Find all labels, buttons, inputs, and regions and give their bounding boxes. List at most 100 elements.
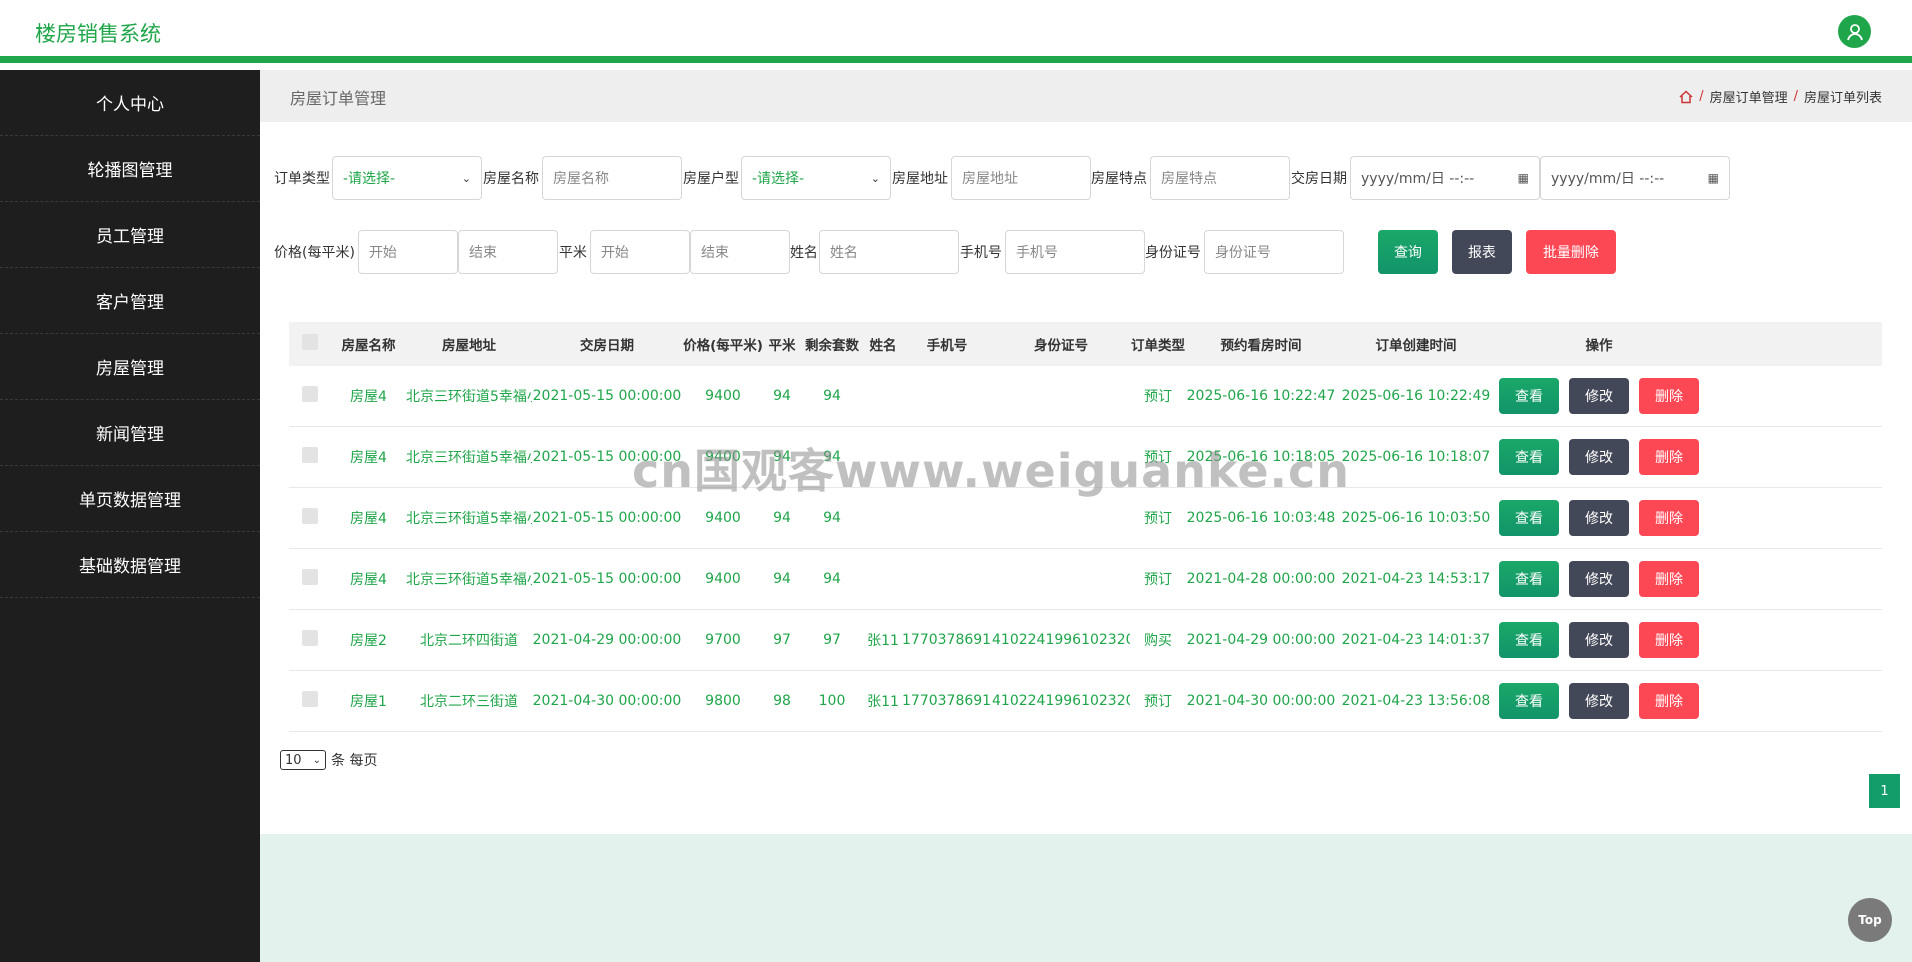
sidebar-item[interactable]: 基础数据管理 [0,532,260,598]
content-panel: 房屋订单管理 / 房屋订单管理 / 房屋订单列表 订单类型 -请选择- ⌄ 房屋名… [260,70,1912,834]
table-cell: 2025-06-16 10:22:49 [1341,388,1491,404]
delete-button[interactable]: 删除 [1639,378,1699,414]
table-cell: 410224199610232011 [992,632,1130,648]
filter-row-2: 价格(每平米) 开始 结束 平米 开始 结束 姓名 姓名 手机号 手机号 身份证… [274,230,1616,274]
name-input[interactable]: 姓名 [818,230,959,274]
price-end-input[interactable]: 结束 [457,230,558,274]
page-number-button[interactable]: 1 [1869,774,1900,808]
sidebar-item[interactable]: 员工管理 [0,202,260,268]
sidebar-item[interactable]: 个人中心 [0,70,260,136]
table-cell: 94 [823,388,841,404]
table-row: 房屋4 北京三环街道5幸福小区2021-05-15 00:00:00 9400 94 9… [289,366,1882,427]
view-button[interactable]: 查看 [1499,561,1559,597]
back-to-top-button[interactable]: Top [1848,898,1892,942]
table-cell: 17703786911 [902,693,992,709]
view-button[interactable]: 查看 [1499,622,1559,658]
home-icon[interactable] [1679,89,1693,104]
breadcrumb-item-orders[interactable]: 房屋订单管理 [1710,87,1788,106]
edit-button[interactable]: 修改 [1569,500,1629,536]
calendar-icon: ▦ [1517,171,1529,185]
delete-button[interactable]: 删除 [1639,622,1699,658]
table-cell: 房屋2 [350,633,387,649]
area-end-input[interactable]: 结束 [689,230,790,274]
column-header: 房屋名称 [341,338,396,354]
orders-table: 房屋名称 房屋地址 交房日期 价格(每平米) 平米 剩余套数 姓名 手机号 身份证号 订单类型 预约… [289,322,1882,732]
search-button[interactable]: 查询 [1377,230,1438,274]
user-avatar-icon[interactable] [1838,15,1871,48]
id-number-input[interactable]: 身份证号 [1203,230,1344,274]
column-header: 预约看房时间 [1220,338,1302,354]
date-start-input[interactable]: yyyy/mm/日 --:-- ▦ [1350,156,1540,200]
sidebar-item[interactable]: 单页数据管理 [0,466,260,532]
sidebar-item[interactable]: 房屋管理 [0,334,260,400]
table-cell: 2021-05-15 00:00:00 [532,510,682,526]
table-cell: 9400 [705,571,741,587]
app-title: 楼房销售系统 [35,22,161,46]
table-cell: 北京三环街道5幸福小区 [406,389,532,405]
phone-input[interactable]: 手机号 [1004,230,1145,274]
delivery-date-label: 交房日期 [1291,171,1347,187]
row-actions: 查看 修改 删除 [1496,439,1702,475]
sidebar-item[interactable]: 轮播图管理 [0,136,260,202]
edit-button[interactable]: 修改 [1569,683,1629,719]
batch-delete-button[interactable]: 批量删除 [1525,230,1616,274]
house-address-label: 房屋地址 [892,171,948,187]
table-cell: 2021-04-30 00:00:00 [1186,693,1336,709]
breadcrumb: / 房屋订单管理 / 房屋订单列表 [1679,87,1882,106]
delete-button[interactable]: 删除 [1639,500,1699,536]
edit-button[interactable]: 修改 [1569,561,1629,597]
house-type-label: 房屋户型 [683,171,739,187]
house-feature-label: 房屋特点 [1091,171,1147,187]
view-button[interactable]: 查看 [1499,378,1559,414]
table-cell: 2021-04-29 00:00:00 [532,632,682,648]
view-button[interactable]: 查看 [1499,439,1559,475]
delete-button[interactable]: 删除 [1639,561,1699,597]
edit-button[interactable]: 修改 [1569,622,1629,658]
edit-button[interactable]: 修改 [1569,378,1629,414]
house-type-select[interactable]: -请选择- ⌄ [741,156,891,200]
table-cell: 预订 [1144,389,1172,405]
table-cell: 2021-04-23 14:01:37 [1341,632,1491,648]
pagination-size: 10 ⌄ 条 每页 [280,750,377,770]
edit-button[interactable]: 修改 [1569,439,1629,475]
sidebar-item[interactable]: 客户管理 [0,268,260,334]
delete-button[interactable]: 删除 [1639,439,1699,475]
table-cell: 2021-04-29 00:00:00 [1186,632,1336,648]
table-cell: 2021-04-23 13:56:08 [1341,693,1491,709]
row-checkbox[interactable] [289,691,331,711]
column-header: 操作 [1585,338,1613,354]
row-checkbox[interactable] [289,569,331,589]
column-header: 平米 [768,338,796,354]
table-cell: 2025-06-16 10:18:05 [1186,449,1336,465]
house-address-input[interactable]: 房屋地址 [951,156,1091,200]
delete-button[interactable]: 删除 [1639,683,1699,719]
row-checkbox[interactable] [289,447,331,467]
report-button[interactable]: 报表 [1451,230,1512,274]
house-feature-input[interactable]: 房屋特点 [1150,156,1290,200]
price-start-input[interactable]: 开始 [357,230,458,274]
select-all-checkbox[interactable] [289,334,331,354]
row-checkbox[interactable] [289,386,331,406]
row-checkbox[interactable] [289,630,331,650]
table-cell: 100 [818,693,846,709]
order-type-select[interactable]: -请选择- ⌄ [332,156,482,200]
view-button[interactable]: 查看 [1499,683,1559,719]
order-type-label: 订单类型 [274,171,330,187]
sidebar-item[interactable]: 新闻管理 [0,400,260,466]
row-checkbox[interactable] [289,508,331,528]
table-cell: 97 [823,632,841,648]
house-name-input[interactable]: 房屋名称 [542,156,682,200]
date-end-input[interactable]: yyyy/mm/日 --:-- ▦ [1540,156,1730,200]
table-cell: 张11 [867,633,899,649]
table-cell: 房屋4 [350,511,387,527]
table-body: 房屋4 北京三环街道5幸福小区 2021-05-15 00:00:00 9400 94 9… [289,366,1882,732]
table-cell: 预订 [1144,694,1172,710]
table-cell: 2021-04-28 00:00:00 [1186,571,1336,587]
view-button[interactable]: 查看 [1499,500,1559,536]
table-cell: 94 [773,571,791,587]
table-cell: 北京三环街道5幸福小区 [406,572,532,588]
table-row: 房屋4 北京三环街道5幸福小区2021-05-15 00:00:00 9400 94 9… [289,549,1882,610]
area-start-input[interactable]: 开始 [589,230,690,274]
table-cell: 2025-06-16 10:03:50 [1341,510,1491,526]
page-size-select[interactable]: 10 ⌄ [280,750,326,770]
